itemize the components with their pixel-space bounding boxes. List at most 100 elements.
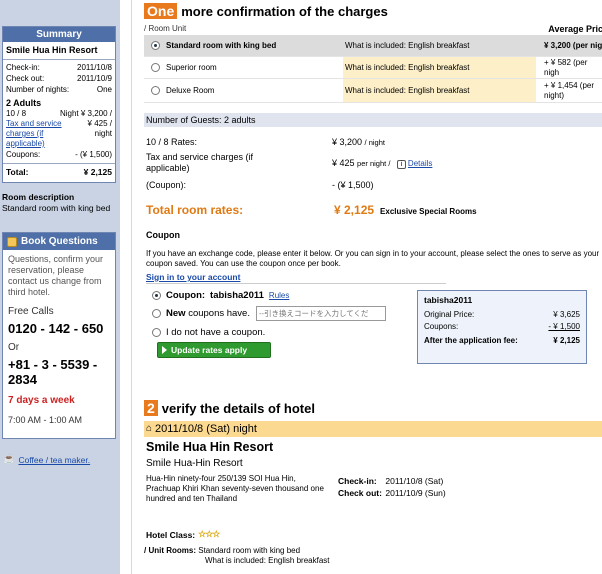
summary-title: Summary (3, 27, 115, 42)
room-included: What is included: English breakfast (343, 57, 536, 78)
cbox-original-row: Original Price: ¥ 3,625 (424, 309, 580, 321)
rate-date-value: ¥ 3,200 / night (332, 137, 385, 147)
coupon-option-none[interactable]: I do not have a coupon. (152, 327, 265, 338)
bed-icon: ⌂ (146, 423, 153, 434)
coupon-new-label: New (166, 308, 186, 319)
unit-rooms-value: Standard room with king bed (198, 546, 301, 555)
room-table-header: / Room Unit Average Pric (144, 22, 602, 35)
coupon-option-new[interactable]: New coupons have. (152, 308, 250, 319)
cbox-after-row: After the application fee: ¥ 2,125 (424, 336, 580, 346)
coupon-label: Coupon: (166, 290, 206, 301)
update-rates-button[interactable]: Update rates apply (157, 342, 271, 358)
summary-checkin-label: Check-in: (6, 63, 40, 72)
summary-coupons-value: - (¥ 1,500) (75, 150, 112, 159)
hours-label: 7:00 AM - 1:00 AM (8, 415, 83, 425)
rate-date-unit: / night (364, 138, 385, 147)
play-arrow-icon (162, 346, 167, 354)
section-1-badge: One (144, 3, 178, 19)
summary-tax-row: Tax and service charges (if applicable) … (3, 119, 115, 149)
free-calls-label: Free Calls (8, 306, 54, 317)
rules-link[interactable]: Rules (269, 291, 289, 300)
hotel-checkin-value: 2011/10/8 (Sat) (385, 476, 444, 486)
room-table: / Room Unit Average Pric Standard room w… (144, 22, 602, 103)
sign-in-link[interactable]: Sign in to your account (146, 272, 240, 282)
rate-tax-label: Tax and service charges (if applicable) (146, 152, 254, 173)
room-included: What is included: English breakfast (343, 79, 536, 102)
rate-tax-unit: per night / (357, 159, 391, 168)
coupon-radio-none[interactable] (152, 328, 161, 337)
summary-night-row: 10 / 8 Night ¥ 3,200 / (3, 108, 115, 119)
room-description-text: Standard room with king bed (2, 203, 111, 213)
rate-date-amount: ¥ 3,200 (332, 137, 363, 147)
hotel-checkout-label: Check out: (338, 488, 382, 498)
coupon-code: tabisha2011 (210, 290, 264, 301)
summary-tax-link[interactable]: Tax and service charges (if applicable) (6, 119, 68, 149)
room-radio-deluxe[interactable] (150, 86, 160, 96)
coupon-heading: Coupon (146, 230, 180, 240)
hotel-class-row: Hotel Class: ☆☆☆ (146, 529, 220, 540)
room-name: Deluxe Room (166, 86, 215, 95)
stay-date: 2011/10/8 (Sat) night (155, 423, 257, 435)
unit-rooms-label: / Unit Rooms: (144, 546, 196, 555)
hotel-checkout-row: Check out: 2011/10/9 (Sun) (338, 488, 446, 498)
book-questions-panel: Book Questions Questions, confirm your r… (2, 232, 116, 439)
book-questions-body: Questions, confirm your reservation, ple… (3, 250, 115, 430)
total-room-rates-value: ¥ 2,125 Exclusive Special Rooms (334, 203, 477, 217)
summary-nights-label: Number of nights: (6, 85, 70, 94)
coupon-radio-saved[interactable] (152, 291, 161, 300)
room-row-deluxe[interactable]: Deluxe Room What is included: English br… (144, 79, 602, 103)
exchange-code-input[interactable] (256, 306, 386, 321)
phone-number-1: 0120 - 142 - 650 (8, 321, 104, 336)
coupon-none-label: I do not have a coupon. (166, 327, 266, 338)
hotel-checkin-row: Check-in: 2011/10/8 (Sat) (338, 476, 443, 486)
hotel-address: Hua-Hin ninety-four 250/139 SOI Hua Hin,… (146, 474, 324, 503)
room-name: Superior room (166, 63, 217, 72)
section-1-heading: more confirmation of the charges (181, 3, 388, 19)
room-name: Standard room with king bed (166, 41, 277, 50)
room-radio-standard[interactable] (150, 41, 160, 51)
cbox-original-value: ¥ 3,625 (553, 310, 580, 319)
room-description-title: Room description (2, 192, 75, 202)
cbox-coupons-value: - ¥ 1,500 (548, 322, 580, 331)
room-radio-superior[interactable] (150, 63, 160, 73)
room-row-superior[interactable]: Superior room What is included: English … (144, 57, 602, 79)
summary-panel: Summary Smile Hua Hin Resort Check-in: 2… (2, 26, 116, 183)
main-content: One more confirmation of the charges / R… (131, 0, 602, 574)
rate-tax-value: ¥ 425 per night / i Details (332, 158, 432, 169)
days-label: 7 days a week (8, 395, 75, 406)
summary-night-price: Night ¥ 3,200 / (59, 109, 112, 118)
details-link[interactable]: Details (408, 159, 432, 168)
rate-coupon-label: (Coupon): (146, 180, 187, 190)
summary-nights-row: Number of nights: One (3, 84, 115, 95)
hotel-checkin-label: Check-in: (338, 476, 377, 486)
coffee-tea-link[interactable]: Coffee / tea maker. (18, 455, 90, 465)
coupon-description: If you have an exchange code, please ent… (146, 249, 600, 268)
coupon-radio-new[interactable] (152, 309, 161, 318)
room-unit-col: / Room Unit (144, 24, 187, 33)
coupon-summary-box: tabisha2011 Original Price: ¥ 3,625 Coup… (417, 290, 587, 364)
room-row-standard[interactable]: Standard room with king bed What is incl… (144, 35, 602, 57)
summary-coupons-row: Coupons: - (¥ 1,500) (3, 149, 115, 160)
update-rates-label: Update rates apply (171, 345, 248, 355)
summary-checkin-value: 2011/10/8 (77, 63, 112, 72)
coupon-new-rest: coupons have. (188, 308, 250, 319)
cbox-coupon-name: tabisha2011 (424, 295, 473, 305)
summary-total-label: Total: (6, 167, 29, 177)
total-room-rates-amount: ¥ 2,125 (334, 203, 375, 217)
unit-rooms: / Unit Rooms: Standard room with king be… (144, 546, 330, 566)
section-2-heading: verify the details of hotel (161, 400, 315, 416)
coupon-option-saved[interactable]: Coupon: tabisha2011 Rules (152, 290, 289, 301)
rate-tax-amount: ¥ 425 (332, 158, 355, 168)
summary-hotel-name: Smile Hua Hin Resort (3, 42, 115, 60)
coffee-cup-icon: ☕ (3, 454, 16, 465)
room-price: + ¥ 1,454 (per night) (544, 80, 595, 100)
phone-number-2: +81 - 3 - 5539 - 2834 (8, 357, 98, 387)
summary-checkin-row: Check-in: 2011/10/8 (3, 62, 115, 73)
room-description: Room description Standard room with king… (2, 192, 118, 214)
summary-checkout-value: 2011/10/9 (77, 74, 112, 83)
book-questions-title: Book Questions (21, 236, 98, 247)
total-room-rates-note: Exclusive Special Rooms (380, 207, 477, 216)
room-price: ¥ 3,200 (per nig (544, 40, 602, 50)
section-1-title: One more confirmation of the charges (144, 3, 388, 19)
book-questions-header: Book Questions (3, 233, 115, 250)
